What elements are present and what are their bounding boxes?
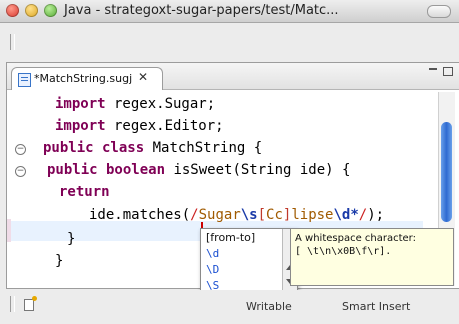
zoom-window-button[interactable]	[44, 4, 57, 17]
status-bar: Writable Smart Insert	[0, 290, 459, 324]
toolbar-grip-handle[interactable]	[10, 34, 15, 50]
doc-title: A whitespace character:	[295, 233, 416, 244]
window-title-bar: Java - strategoxt-sugar-papers/test/Matc…	[0, 0, 459, 23]
code-line-5[interactable]: return	[59, 184, 110, 200]
new-file-icon[interactable]	[24, 296, 37, 311]
assist-item[interactable]: \d	[203, 246, 282, 262]
code-line-1[interactable]: import regex.Sugar;	[55, 96, 215, 112]
status-grip-handle[interactable]	[10, 296, 15, 312]
code-line-2[interactable]: import regex.Editor;	[55, 118, 224, 134]
minimize-window-button[interactable]	[25, 4, 38, 17]
scrollbar-thumb[interactable]	[441, 122, 452, 222]
code-line-7[interactable]: }	[67, 231, 75, 247]
tab-label: *MatchString.sugj	[34, 72, 133, 85]
doc-body: [ \t\n\x0B\f\r].	[295, 246, 392, 257]
file-icon	[18, 73, 31, 87]
status-writable: Writable	[246, 300, 292, 313]
code-line-8[interactable]: }	[55, 253, 63, 269]
documentation-popup: A whitespace character: [ \t\n\x0B\f\r].	[290, 228, 454, 286]
close-tab-icon[interactable]: ✕	[138, 70, 148, 84]
minimize-pane-icon[interactable]	[429, 68, 437, 70]
status-insert-mode: Smart Insert	[342, 300, 411, 313]
editor-tab-bar: *MatchString.sugj ✕	[7, 63, 459, 90]
code-line-4[interactable]: public boolean isSweet(String ide) {	[47, 162, 350, 178]
line-marker	[7, 219, 11, 242]
code-line-3[interactable]: public class MatchString {	[43, 140, 262, 156]
window-title: Java - strategoxt-sugar-papers/test/Matc…	[64, 3, 339, 18]
toolbar-toggle-button[interactable]	[427, 5, 451, 18]
close-window-button[interactable]	[6, 4, 19, 17]
maximize-pane-icon[interactable]	[443, 67, 453, 76]
fold-collapse-icon[interactable]: −	[15, 144, 26, 155]
assist-item[interactable]: \D	[203, 262, 282, 278]
code-line-6[interactable]: ide.matches(/Sugar\s[Cc]lipse\d*/);	[89, 207, 384, 223]
fold-collapse-icon[interactable]: −	[15, 166, 26, 177]
tab-matchstring[interactable]: *MatchString.sugj ✕	[11, 67, 163, 90]
assist-item[interactable]: [from-to]	[203, 230, 282, 246]
